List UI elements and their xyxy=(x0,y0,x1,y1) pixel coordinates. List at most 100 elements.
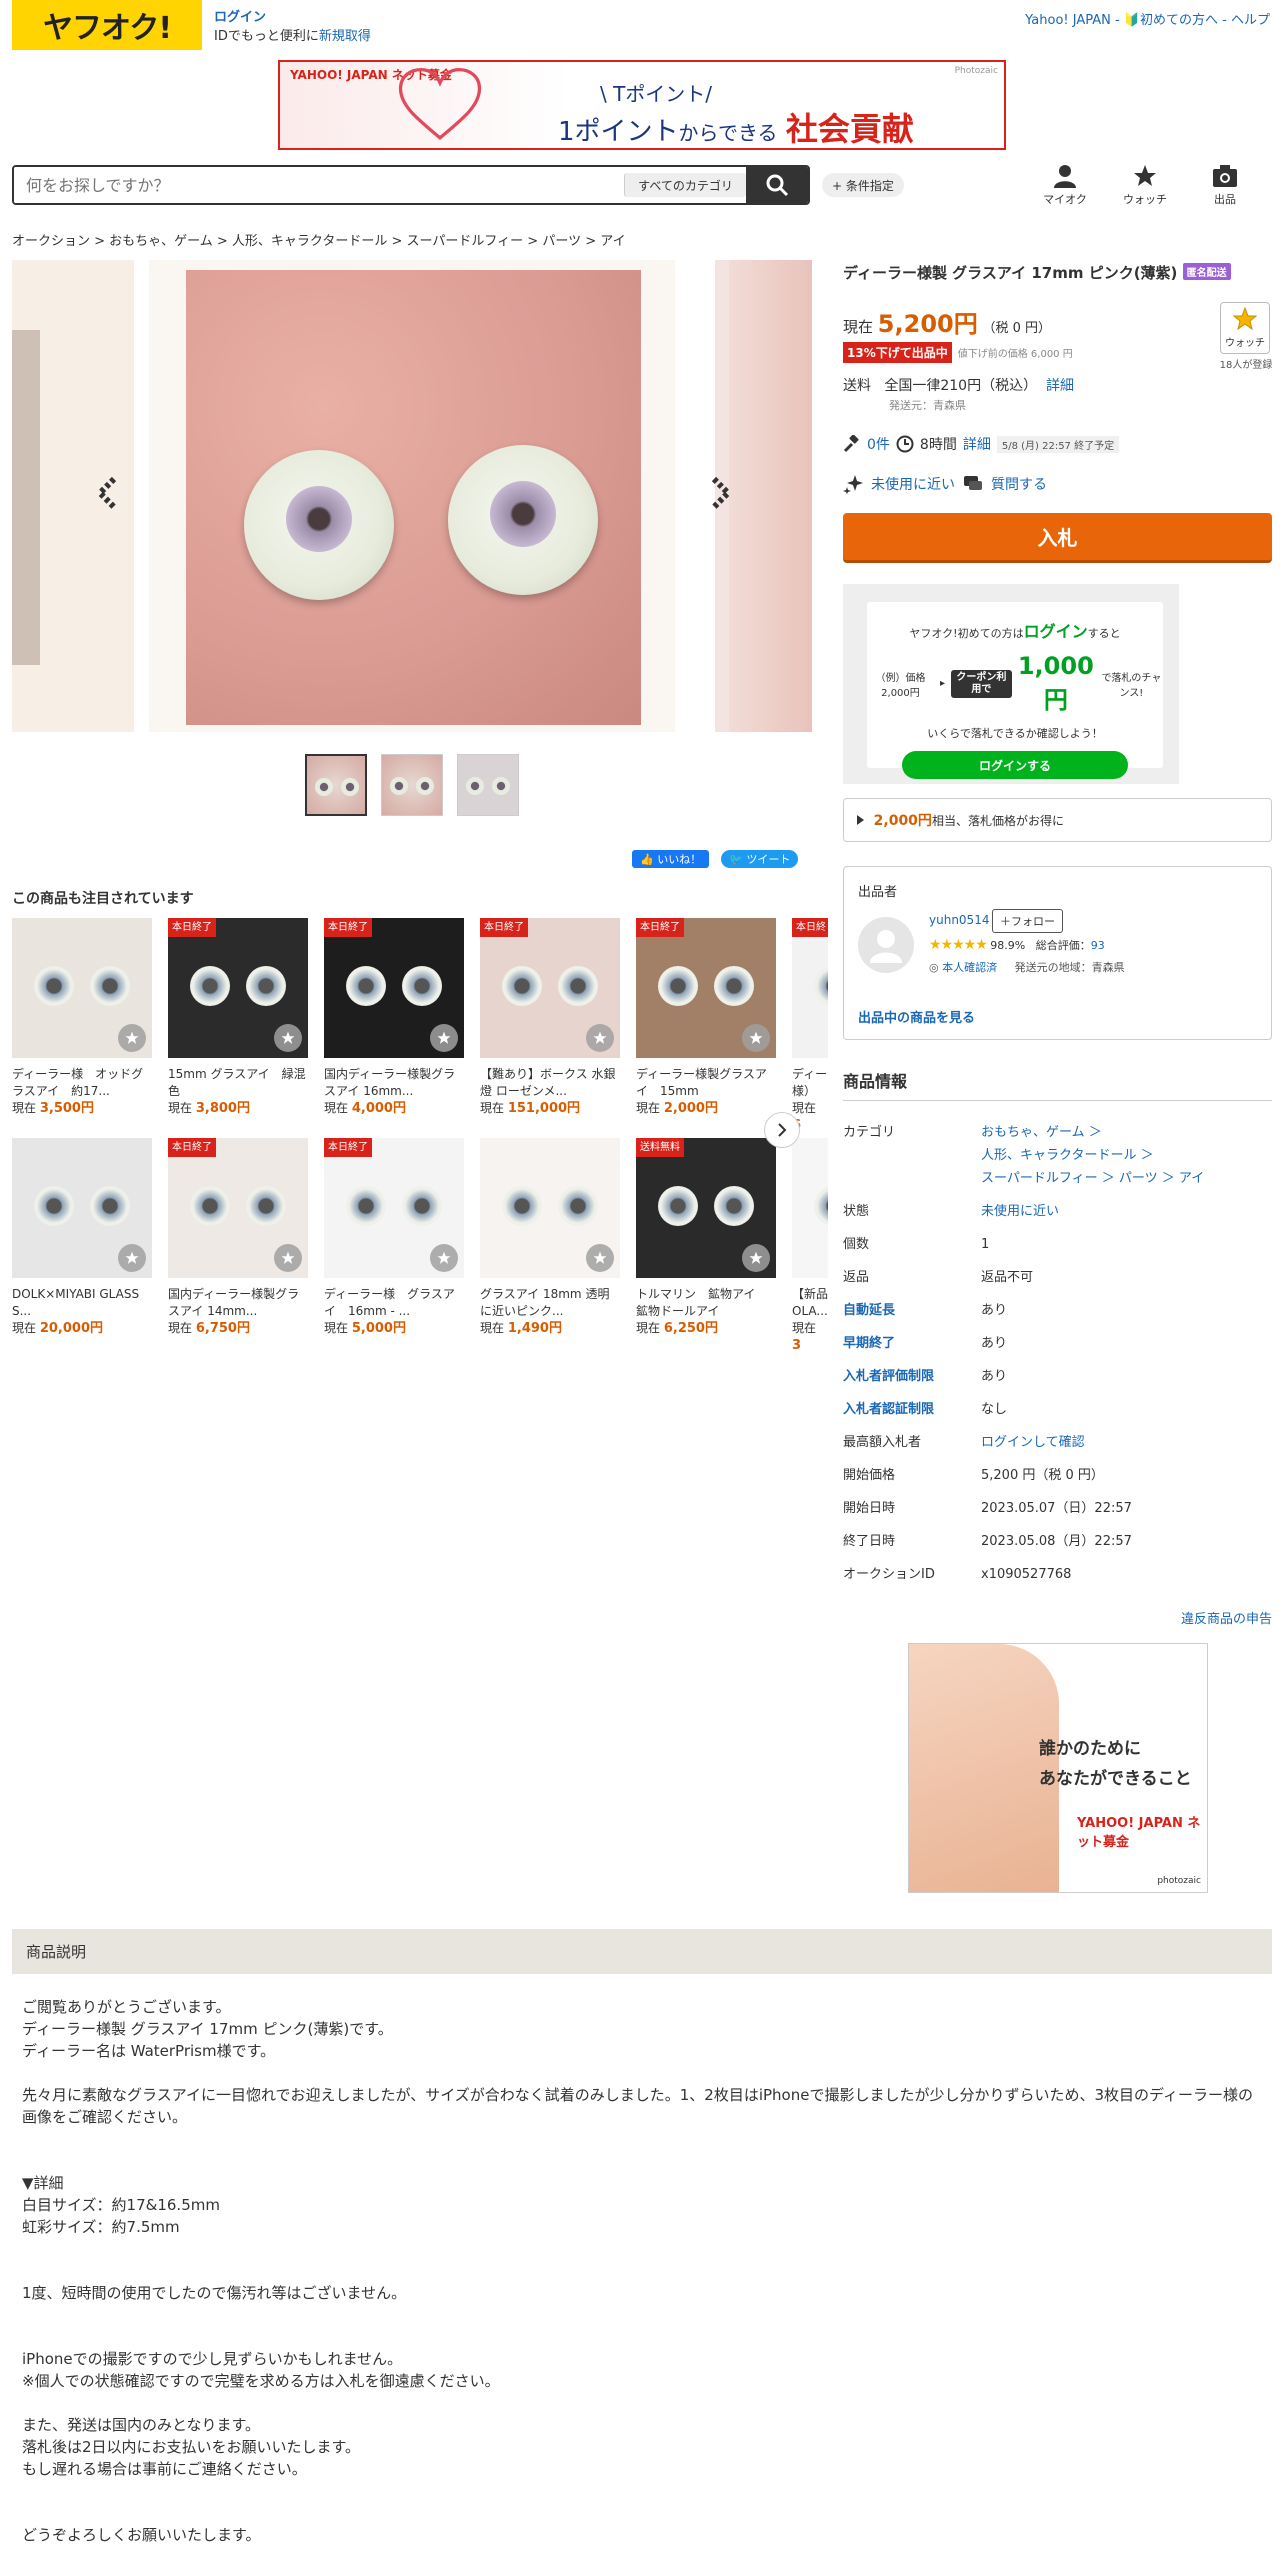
person-icon xyxy=(870,930,902,963)
follow-button[interactable]: ＋フォロー xyxy=(992,909,1063,933)
info-row: 開始価格 5,200 円（税 0 円） xyxy=(843,1465,1272,1487)
next-arrow-icon[interactable] xyxy=(700,475,736,511)
avatar[interactable] xyxy=(858,917,914,973)
report-item-link[interactable]: 違反商品の申告 xyxy=(1181,1608,1272,1627)
seller-listings-link[interactable]: 出品中の商品を見る xyxy=(858,1007,975,1026)
info-key[interactable]: 入札者認証制限 xyxy=(843,1399,973,1421)
recommended-item-name[interactable]: トルマリン 鉱物アイ 鉱物ドールアイ xyxy=(636,1286,776,1320)
recommended-item[interactable]: 本日終了 国内ディーラー様製グラスアイ 16mm... 現在 4,000円 xyxy=(324,918,464,1117)
info-value[interactable]: おもちゃ、ゲーム ＞ xyxy=(981,1122,1271,1144)
seller-name[interactable]: yuhn0514 xyxy=(929,913,989,927)
login-link[interactable]: ログイン xyxy=(214,8,371,27)
info-value[interactable]: 未使用に近い xyxy=(981,1201,1271,1223)
watch-star-button[interactable] xyxy=(742,1244,770,1272)
info-key: 終了日時 xyxy=(843,1534,896,1549)
condition-row: 未使用に近い 質問する xyxy=(843,474,1047,494)
watchlist-link[interactable]: ウォッチ xyxy=(1110,164,1180,207)
recommended-item[interactable]: ディーラー様 オッドグラスアイ 約17... 現在 3,500円 xyxy=(12,918,152,1117)
thumbnail-2[interactable] xyxy=(381,754,443,816)
thumbnail-3[interactable] xyxy=(457,754,519,816)
ad-text: 誰かのために あなたができること xyxy=(1039,1739,1192,1789)
login-area: ログイン IDでもっと便利に新規取得 xyxy=(214,8,371,46)
carousel-next-button[interactable] xyxy=(764,1112,800,1148)
shipping-detail-link[interactable]: 詳細 xyxy=(1046,378,1074,394)
star-icon xyxy=(125,1251,139,1264)
category-select[interactable]: すべてのカテゴリ xyxy=(624,173,746,197)
bid-count-link[interactable]: 0件 xyxy=(867,434,890,454)
watch-star-button[interactable] xyxy=(586,1024,614,1052)
info-value: あり xyxy=(981,1336,1008,1351)
recommended-item-price: 現在 151,000円 xyxy=(480,1101,581,1116)
recommended-item[interactable]: グラスアイ 18mm 透明に近いピンク... 現在 1,490円 xyxy=(480,1138,620,1337)
watch-star-button[interactable] xyxy=(118,1024,146,1052)
register-link[interactable]: 新規取得 xyxy=(319,29,371,44)
recommended-item-name[interactable]: 【新品OLA... xyxy=(792,1286,828,1320)
recommended-item-name[interactable]: DOLK×MIYABI GLASS S... xyxy=(12,1286,152,1320)
recommended-item-name[interactable]: ディーラー様製グラスアイ 15mm xyxy=(636,1066,776,1100)
item-info-title: 商品情報 xyxy=(843,1072,908,1091)
bid-button[interactable]: 入札 xyxy=(843,513,1272,563)
info-row: 早期終了 あり xyxy=(843,1333,1272,1355)
watch-button[interactable]: ウォッチ xyxy=(1220,302,1270,354)
search-button[interactable] xyxy=(746,167,808,203)
recommended-item[interactable]: DOLK×MIYABI GLASS S... 現在 20,000円 xyxy=(12,1138,152,1337)
promo-login-button[interactable]: ログインする xyxy=(902,751,1128,779)
anonymous-shipping-badge: 匿名配送 xyxy=(1182,263,1231,280)
caret-right-icon xyxy=(857,815,864,825)
prev-arrow-icon[interactable] xyxy=(92,475,128,511)
tpoint-donation-banner[interactable]: YAHOO! JAPAN ネット募金 \ Tポイント/ 1ポイントからできる 社… xyxy=(278,60,1006,150)
breadcrumb[interactable]: オークション > おもちゃ、ゲーム > 人形、キャラクタードール > スーパード… xyxy=(12,230,626,249)
recommended-item[interactable]: 送料無料 トルマリン 鉱物アイ 鉱物ドールアイ 現在 6,250円 xyxy=(636,1138,776,1337)
recommended-item[interactable]: 【新品OLA... 現在 3 xyxy=(792,1138,828,1354)
banner-credit: Photozaic xyxy=(954,66,998,76)
info-key[interactable]: 自動延長 xyxy=(843,1300,973,1322)
recommended-item[interactable]: 本日終了 国内ディーラー様製グラスアイ 14mm... 現在 6,750円 xyxy=(168,1138,308,1337)
time-detail-link[interactable]: 詳細 xyxy=(963,434,991,454)
status-badge: 本日終了 xyxy=(324,918,372,937)
conditions-button[interactable]: + 条件指定 xyxy=(822,173,904,197)
star-icon xyxy=(593,1251,607,1264)
sparkle-icon xyxy=(843,475,863,494)
recommended-item-name[interactable]: 15mm グラスアイ 緑混色 xyxy=(168,1066,308,1100)
info-row: 自動延長 あり xyxy=(843,1300,1272,1322)
tweet-button[interactable]: 🐦 ツイート xyxy=(721,850,799,868)
search-input[interactable] xyxy=(14,167,624,203)
yahuoku-logo[interactable]: ヤフオク! xyxy=(12,0,202,50)
thumbnail-1[interactable] xyxy=(305,754,367,816)
recommended-item-name[interactable]: グラスアイ 18mm 透明に近いピンク... xyxy=(480,1286,620,1320)
watch-star-button[interactable] xyxy=(586,1244,614,1272)
watch-star-button[interactable] xyxy=(118,1244,146,1272)
info-value[interactable]: ログインして確認 xyxy=(981,1432,1271,1454)
condition-link[interactable]: 未使用に近い xyxy=(871,474,955,494)
recommended-item-name[interactable]: ディー様） xyxy=(792,1066,828,1100)
recommended-item[interactable]: 本日終了 15mm グラスアイ 緑混色 現在 3,800円 xyxy=(168,918,308,1117)
watch-star-button[interactable] xyxy=(430,1244,458,1272)
watch-star-button[interactable] xyxy=(274,1244,302,1272)
info-key[interactable]: 早期終了 xyxy=(843,1333,973,1355)
top-links[interactable]: Yahoo! JAPAN - 🔰初めての方へ - ヘルプ xyxy=(1025,9,1270,28)
info-value[interactable]: 人形、キャラクタードール ＞ xyxy=(981,1145,1271,1167)
banner-line1: \ Tポイント/ xyxy=(600,82,713,106)
ask-question-link[interactable]: 質問する xyxy=(991,474,1047,494)
recommended-item[interactable]: 本日終ディー様）現在 6 xyxy=(792,918,828,1134)
recommended-item-name[interactable]: ディーラー様 オッドグラスアイ 約17... xyxy=(12,1066,152,1100)
watch-star-button[interactable] xyxy=(274,1024,302,1052)
recommended-item-name[interactable]: 【難あり】ボークス 水銀燈 ローゼンメ... xyxy=(480,1066,620,1100)
recommended-item[interactable]: 本日終了 ディーラー様 グラスアイ 16mm - ... 現在 5,000円 xyxy=(324,1138,464,1337)
sell-link[interactable]: 出品 xyxy=(1190,164,1260,207)
myauction-link[interactable]: マイオク xyxy=(1030,164,1100,207)
info-key[interactable]: 入札者評価制限 xyxy=(843,1366,973,1388)
recommended-item-name[interactable]: 国内ディーラー様製グラスアイ 16mm... xyxy=(324,1066,464,1100)
recommended-item[interactable]: 本日終了 ディーラー様製グラスアイ 15mm 現在 2,000円 xyxy=(636,918,776,1117)
savings-toggle[interactable]: 2,000円 相当、落札価格がお得に xyxy=(843,798,1272,842)
facebook-like-button[interactable]: 👍 いいね！ xyxy=(632,850,710,868)
main-image[interactable] xyxy=(149,260,675,732)
info-value[interactable]: スーパードルフィー ＞ パーツ ＞ アイ xyxy=(981,1168,1271,1190)
recommended-item-name[interactable]: 国内ディーラー様製グラスアイ 14mm... xyxy=(168,1286,308,1320)
recommended-item[interactable]: 本日終了 【難あり】ボークス 水銀燈 ローゼンメ... 現在 151,000円 xyxy=(480,918,620,1117)
donation-ad[interactable]: 誰かのために あなたができること YAHOO! JAPAN ネット募金 photo… xyxy=(908,1643,1208,1893)
watch-star-button[interactable] xyxy=(430,1024,458,1052)
recommended-item-price: 現在 1,490円 xyxy=(480,1321,562,1336)
watch-star-button[interactable] xyxy=(742,1024,770,1052)
recommended-item-name[interactable]: ディーラー様 グラスアイ 16mm - ... xyxy=(324,1286,464,1320)
